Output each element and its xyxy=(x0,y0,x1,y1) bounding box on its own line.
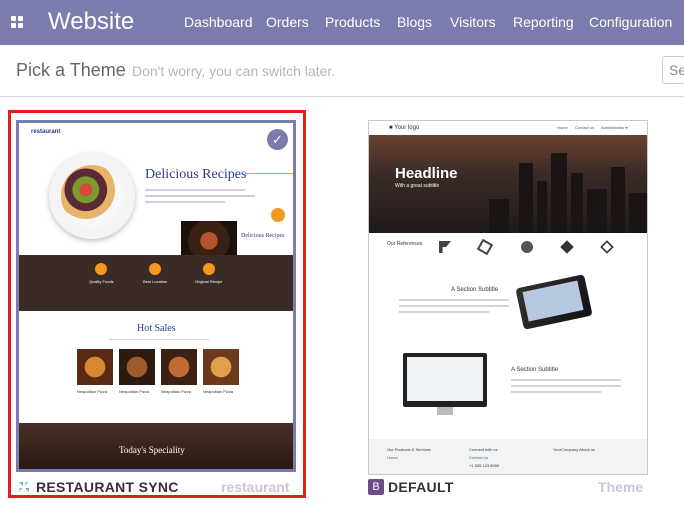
preview-subtitle: With a great subtitle xyxy=(395,183,440,189)
preview-logo: restaurant xyxy=(31,129,61,135)
preview-text-line xyxy=(399,305,509,307)
apps-grid-icon[interactable] xyxy=(11,16,24,29)
preview-text-line xyxy=(399,311,489,313)
preview-heading: Delicious Recipes xyxy=(145,167,247,182)
footer-heading: Connect with us xyxy=(469,447,498,452)
preview-section-title: Hot Sales xyxy=(137,323,176,334)
recipe-icon xyxy=(203,263,215,275)
control-panel: Pick a Theme Don't worry, you can switch… xyxy=(0,45,684,97)
preview-text-line xyxy=(511,391,601,393)
theme-name-default[interactable]: DEFAULT xyxy=(388,479,454,495)
footer-heading: YourCompany About us xyxy=(553,447,595,452)
preview-banner: Today's Speciality xyxy=(119,445,185,455)
preview-text-line xyxy=(109,339,209,340)
reference-logo-icon xyxy=(560,240,574,254)
preview-text-line xyxy=(145,189,245,191)
preview-nav-item: Home xyxy=(557,125,568,130)
dish-label: Neapolitan Pizza xyxy=(203,389,234,394)
page-title: Pick a Theme xyxy=(16,60,126,80)
top-navbar: Website Dashboard Orders Products Blogs … xyxy=(0,0,684,45)
dish-image xyxy=(119,349,155,385)
search-input[interactable]: Se xyxy=(662,56,684,84)
nav-orders[interactable]: Orders xyxy=(266,14,309,30)
reference-logo-icon xyxy=(521,241,533,253)
preview-dish-photo xyxy=(181,221,237,257)
feature-label: Quality Foods xyxy=(89,279,114,284)
app-title[interactable]: Website xyxy=(48,8,134,36)
dish-image xyxy=(203,349,239,385)
theme-tag-default: Theme xyxy=(598,479,644,495)
preview-accent-line xyxy=(245,173,293,174)
reference-logo-icon xyxy=(476,238,494,256)
theme-preview-default[interactable]: ■ Your logo Home Contact us Administrato… xyxy=(368,120,648,475)
preview-text-line xyxy=(511,385,621,387)
feature-label: Original Recipe xyxy=(195,279,223,284)
theme-tag-restaurant: restaurant xyxy=(221,479,290,495)
footer-link: Home xyxy=(387,455,398,460)
dish-label: Neapolitan Pizza xyxy=(161,389,192,394)
footer-heading: Our Products & Services xyxy=(387,447,431,452)
preview-text-line xyxy=(511,379,621,381)
preview-monitor-screen xyxy=(407,357,483,401)
footer-phone: +1 555 123 8069 xyxy=(469,463,500,468)
preview-mini-heading: Delicious Recipes xyxy=(241,233,285,239)
quality-icon xyxy=(95,263,107,275)
preview-nav-item: Contact us xyxy=(575,125,595,130)
bootstrap-badge-icon: B xyxy=(368,479,384,495)
nav-reporting[interactable]: Reporting xyxy=(513,14,574,30)
nav-products[interactable]: Products xyxy=(325,14,380,30)
dish-label: Neapolitan Pizza xyxy=(119,389,150,394)
selected-check-icon: ✓ xyxy=(267,129,288,150)
preview-headline: Headline xyxy=(395,165,458,182)
preview-monitor-stand xyxy=(437,407,453,415)
dish-image xyxy=(77,349,113,385)
preview-text-line xyxy=(399,299,509,301)
nav-visitors[interactable]: Visitors xyxy=(450,14,496,30)
nav-dashboard[interactable]: Dashboard xyxy=(184,14,253,30)
preview-nav-item: Administrator ▾ xyxy=(601,125,628,130)
sync-theme-icon xyxy=(19,482,29,492)
dish-image xyxy=(161,349,197,385)
preview-footer xyxy=(369,439,647,474)
preview-section-title: A Section Subtitle xyxy=(451,287,499,293)
preview-arrow-icon xyxy=(271,208,285,222)
preview-section-title: A Section Subtitle xyxy=(511,367,559,373)
nav-blogs[interactable]: Blogs xyxy=(397,14,432,30)
footer-link: Contact us xyxy=(469,455,489,460)
preview-food-image xyxy=(61,165,123,227)
feature-label: Best Location xyxy=(143,279,168,284)
nav-configuration[interactable]: Configuration xyxy=(589,14,672,30)
preview-text-line xyxy=(145,195,255,197)
preview-references: Our References xyxy=(387,241,423,247)
preview-logo: ■ Your logo xyxy=(389,125,420,131)
reference-logo-icon xyxy=(439,241,451,253)
theme-preview-restaurant[interactable]: restaurant Delicious Recipes Delicious R… xyxy=(16,120,296,472)
dish-label: Neapolitan Pizza xyxy=(77,389,108,394)
location-icon xyxy=(149,263,161,275)
reference-logo-icon xyxy=(600,240,614,254)
theme-name-restaurant-sync[interactable]: RESTAURANT SYNC xyxy=(36,479,179,495)
page-hint: Don't worry, you can switch later. xyxy=(132,63,336,79)
preview-text-line xyxy=(145,201,225,203)
